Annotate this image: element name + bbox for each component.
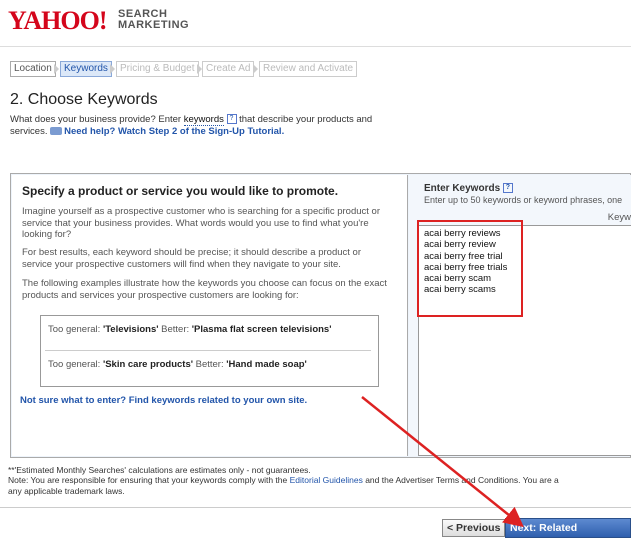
annotation-arrow-icon <box>361 396 524 528</box>
